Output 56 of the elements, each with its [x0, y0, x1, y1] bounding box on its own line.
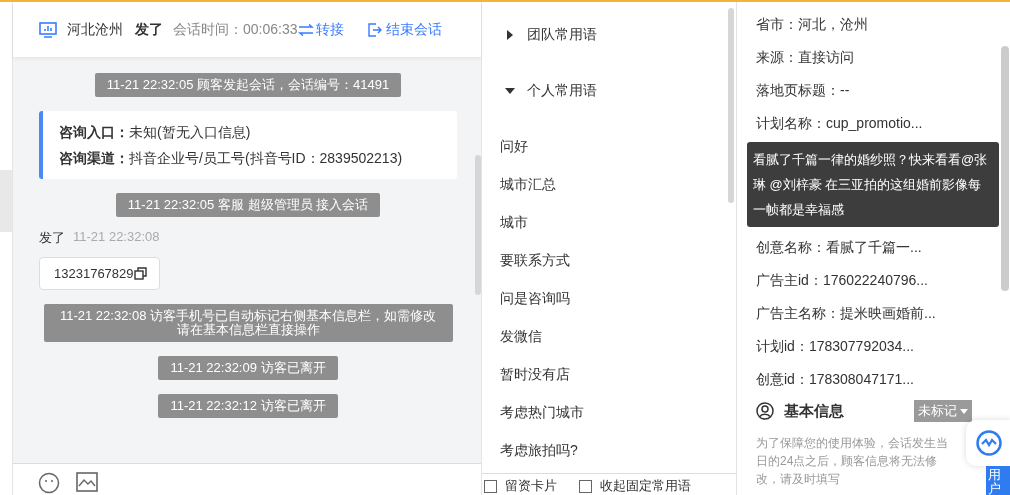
system-message: 11-21 22:32:09 访客已离开 [158, 356, 338, 380]
user-tab[interactable]: 用户 [986, 466, 1010, 495]
exit-icon [367, 22, 382, 37]
emoji-icon[interactable] [38, 472, 60, 494]
consult-info-text: 咨询入口：未知(暂无入口信息) [59, 123, 252, 142]
message-time: 11-21 22:32:08 [73, 229, 160, 246]
scrollbar[interactable] [728, 8, 734, 203]
session-time: 会话时间：00:06:33 [173, 20, 298, 39]
info-row-text: 广告主id：176022240796... [756, 271, 929, 290]
customer-name: 发了 [135, 20, 163, 39]
system-message: 11-21 22:32:05 客服 超级管理员 接入会话 [115, 193, 381, 217]
scrollbar[interactable] [475, 155, 481, 295]
image-icon[interactable] [76, 472, 98, 492]
option-checkbox[interactable]: 留资卡片 [484, 477, 557, 495]
copy-icon[interactable] [133, 267, 147, 280]
phrase-item[interactable]: 发微信 [500, 316, 736, 356]
phrase-item[interactable]: 要联系方式 [500, 240, 736, 280]
location-text: 河北沧州 [67, 20, 123, 39]
user-icon [756, 402, 774, 420]
consult-info-text: 咨询渠道：抖音企业号/员工号(抖音号ID：2839502213) [59, 149, 404, 168]
sender-name: 发了 [39, 229, 65, 247]
info-row-text: 落地页标题：-- [756, 81, 851, 100]
system-message: 11-21 22:32:12 访客已离开 [158, 394, 338, 418]
info-row-text: 创意id：178308047171... [756, 370, 915, 389]
phrase-item[interactable]: 考虑热门城市 [500, 392, 736, 432]
phrase-item[interactable]: 问是咨询吗 [500, 278, 736, 318]
phrase-item[interactable]: 暂时没有店 [500, 354, 736, 394]
phrase-item[interactable]: 考虑旅拍吗? [500, 430, 736, 470]
end-session-link[interactable]: 结束会话 [367, 20, 442, 39]
info-row-text: 来源：直接访问 [756, 48, 855, 67]
system-message: 11-21 22:32:08 访客手机号已自动标记右侧基本信息栏，如需修改请在基本信息栏直接操作 [43, 304, 453, 342]
phrase-item[interactable]: 问好 [500, 126, 736, 166]
transfer-link[interactable]: 转接 [297, 20, 344, 39]
info-row-text: 广告主名称：提米映画婚前... [756, 304, 937, 323]
floating-widget[interactable] [966, 420, 1010, 466]
tooltip: 看腻了千篇一律的婚纱照？快来看看@张琳 @刘梓豪 在三亚拍的这组婚前影像每一帧都是幸福感 [747, 142, 999, 227]
caret-icon [960, 408, 968, 414]
phrase-group[interactable]: 个人常用语 [500, 72, 736, 110]
scrollbar[interactable] [1001, 46, 1009, 291]
info-row-text: 计划id：178307792034... [756, 337, 915, 356]
note-text: 为了保障您的使用体验，会话发生当日的24点之后，顾客信息将无法修改，请及时填写 [756, 435, 949, 488]
monitor-icon [39, 21, 57, 38]
caret-icon [505, 86, 515, 96]
info-row-text: 省市：河北，沧州 [756, 15, 869, 34]
option-checkbox[interactable]: 收起固定常用语 [579, 477, 691, 495]
phrase-item[interactable]: 城市汇总 [500, 164, 736, 204]
phrase-group[interactable]: 团队常用语 [500, 16, 736, 54]
info-row-text: 创意名称：看腻了千篇一... [756, 238, 923, 257]
swap-arrows-icon [297, 23, 314, 36]
chat-logo-icon [976, 430, 1002, 456]
section-title: 基本信息 [784, 401, 844, 421]
info-row-text: 计划名称：cup_promotio... [756, 114, 924, 133]
caret-icon [505, 30, 515, 40]
message-text: 13231767829 [54, 266, 134, 281]
system-message: 11-21 22:32:05 顾客发起会话，会话编号：41491 [94, 73, 402, 97]
phrase-item[interactable]: 城市 [500, 202, 736, 242]
